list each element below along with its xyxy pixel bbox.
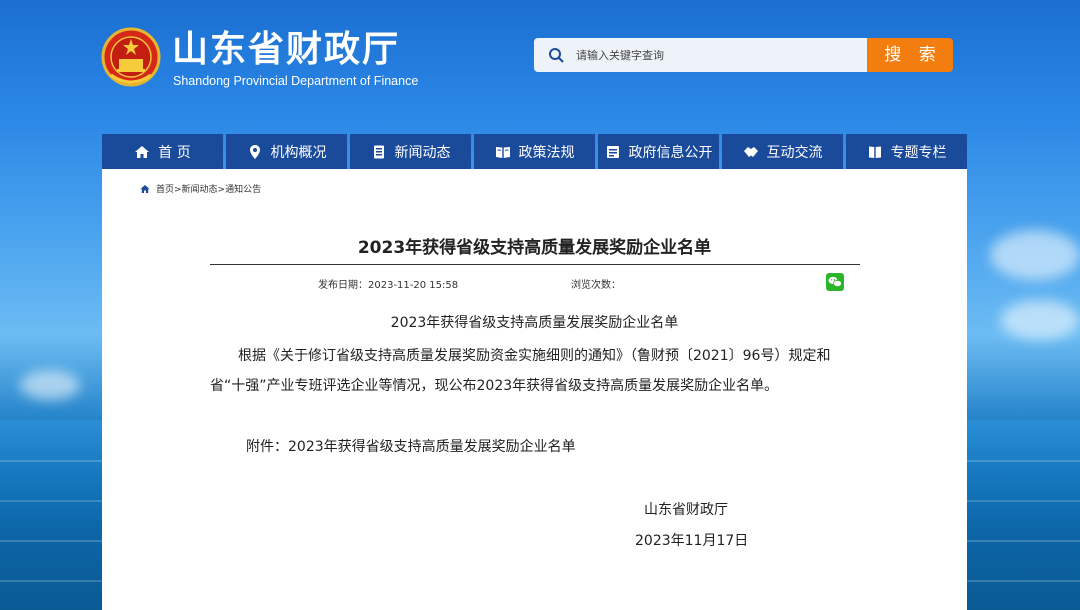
nav-item-special[interactable]: 专题专栏 — [846, 134, 967, 169]
breadcrumb-notices[interactable]: 通知公告 — [225, 182, 261, 195]
cloud — [20, 370, 80, 400]
nav-item-home[interactable]: 首 页 — [102, 134, 223, 169]
breadcrumb: 首页> 新闻动态> 通知公告 — [140, 182, 261, 195]
signature-organization: 山东省财政厅 — [644, 502, 728, 518]
nav-label: 机构概况 — [270, 144, 327, 161]
open-book-icon — [495, 146, 510, 158]
site-title: 山东省财政厅 — [172, 29, 401, 70]
title-divider — [210, 264, 860, 265]
newspaper-icon — [373, 145, 384, 158]
document-list-icon — [606, 145, 619, 158]
nav-label: 政府信息公开 — [628, 144, 713, 161]
handshake-icon — [743, 146, 758, 157]
main-nav: 首 页 机构概况 新闻动态 政策法规 政府信息公开 互动交流 专题专栏 — [102, 134, 967, 169]
cloud — [1000, 300, 1080, 340]
article-subtitle: 2023年获得省级支持高质量发展奖励企业名单 — [390, 315, 679, 331]
nav-label: 政策法规 — [518, 144, 575, 161]
nav-item-interaction[interactable]: 互动交流 — [722, 134, 843, 169]
attachment-link[interactable]: 附件：2023年获得省级支持高质量发展奖励企业名单 — [210, 432, 896, 462]
nav-item-policy[interactable]: 政策法规 — [474, 134, 595, 169]
view-count: 浏览次数： — [571, 280, 621, 291]
nav-label: 互动交流 — [766, 144, 823, 161]
search-icon — [549, 48, 564, 63]
site-header: 山东省财政厅 Shandong Provincial Department of… — [0, 0, 1080, 130]
article-title: 2023年获得省级支持高质量发展奖励企业名单 — [357, 238, 712, 258]
publish-date: 发布日期：2023-11-20 15:58 — [318, 280, 459, 291]
book-icon — [868, 146, 881, 158]
article-panel: 首页> 新闻动态> 通知公告 2023年获得省级支持高质量发展奖励企业名单 发布… — [102, 169, 967, 610]
breadcrumb-news[interactable]: 新闻动态> — [182, 182, 226, 195]
home-icon — [135, 145, 150, 158]
home-icon — [140, 184, 150, 193]
location-pin-icon — [249, 144, 260, 159]
wechat-share-icon[interactable] — [826, 273, 844, 291]
search-button[interactable]: 搜 索 — [867, 38, 953, 72]
article-paragraph: 根据《关于修订省级支持高质量发展奖励资金实施细则的通知》（鲁财预〔2021〕96… — [210, 348, 831, 394]
nav-label: 首 页 — [158, 144, 191, 161]
search-input[interactable] — [576, 38, 856, 72]
breadcrumb-home[interactable]: 首页> — [156, 182, 182, 195]
national-emblem-icon[interactable] — [101, 27, 161, 89]
site-subtitle: Shandong Provincial Department of Financ… — [173, 74, 419, 88]
search-box — [534, 38, 867, 72]
nav-label: 专题专栏 — [890, 144, 947, 161]
nav-label: 新闻动态 — [394, 144, 451, 161]
signature-date: 2023年11月17日 — [635, 533, 749, 549]
nav-item-news[interactable]: 新闻动态 — [350, 134, 471, 169]
nav-item-organization[interactable]: 机构概况 — [226, 134, 347, 169]
cloud — [990, 230, 1080, 280]
nav-item-gov-info[interactable]: 政府信息公开 — [598, 134, 719, 169]
